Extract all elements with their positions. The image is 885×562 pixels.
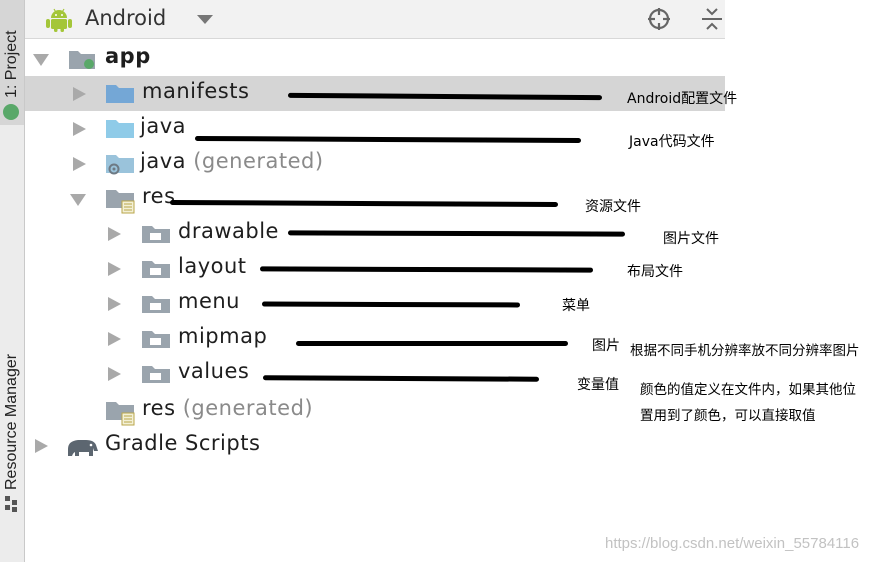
note-menu: 菜单 xyxy=(562,298,590,314)
res-generated-name: res xyxy=(142,396,176,420)
note-mipmap: 图片 xyxy=(592,338,620,354)
note-mipmap-extra: 根据不同手机分辨率放不同分辨率图片 xyxy=(630,343,860,359)
generated-source-folder-icon xyxy=(106,155,134,175)
gradle-elephant-icon xyxy=(68,440,98,456)
chevron-down-icon[interactable] xyxy=(197,15,213,24)
tool-window-strip: 1: Project Resource Manager xyxy=(0,0,25,562)
tree-label-gradle-scripts: Gradle Scripts xyxy=(105,431,261,455)
project-icon xyxy=(3,104,19,120)
resource-manager-tab[interactable]: Resource Manager xyxy=(0,160,24,512)
project-view-header: Android xyxy=(25,0,725,39)
tree-node-values[interactable]: values xyxy=(25,356,725,391)
tree-label-mipmap: mipmap xyxy=(178,324,268,348)
tree-label-values: values xyxy=(178,359,250,383)
project-tool-tab[interactable]: 1: Project xyxy=(0,0,24,125)
note-layout: 布局文件 xyxy=(627,264,683,280)
tree-label-drawable: drawable xyxy=(178,219,279,243)
watermark: https://blog.csdn.net/weixin_55784116 xyxy=(605,535,860,552)
note-manifests: Android配置文件 xyxy=(627,91,738,107)
expand-arrow-icon[interactable] xyxy=(108,262,121,276)
tree-label-app: app xyxy=(105,44,151,68)
tree-label-res-generated: res (generated) xyxy=(142,396,313,420)
tree-node-java-generated[interactable]: java (generated) xyxy=(25,146,725,181)
tree-label-layout: layout xyxy=(178,254,247,278)
tree-node-mipmap[interactable]: mipmap xyxy=(25,321,725,356)
folder-icon xyxy=(142,296,170,313)
folder-icon xyxy=(106,85,134,103)
note-values-extra-1: 颜色的值定义在文件内，如果其他位 xyxy=(640,382,856,398)
resource-folder-icon xyxy=(106,402,135,426)
tree-label-manifests: manifests xyxy=(142,79,250,103)
note-java: Java代码文件 xyxy=(629,134,715,150)
tree-label-java: java xyxy=(140,114,186,138)
note-res: 资源文件 xyxy=(585,199,641,215)
folder-icon xyxy=(142,366,170,383)
java-generated-name: java xyxy=(140,149,186,173)
expand-arrow-icon[interactable] xyxy=(73,87,86,101)
folder-icon xyxy=(142,331,170,348)
expand-arrow-icon[interactable] xyxy=(108,297,121,311)
expand-arrow-icon[interactable] xyxy=(35,439,48,453)
tree-node-app[interactable]: app xyxy=(25,41,725,76)
resource-manager-label: Resource Manager xyxy=(3,353,20,490)
tree-label-menu: menu xyxy=(178,289,240,313)
resource-folder-icon xyxy=(106,190,135,214)
expand-arrow-icon[interactable] xyxy=(73,157,86,171)
locate-target-icon[interactable] xyxy=(647,7,671,31)
annotation-stroke xyxy=(261,301,521,308)
expand-arrow-icon[interactable] xyxy=(108,227,121,241)
project-tab-label: 1: Project xyxy=(3,30,20,98)
android-icon xyxy=(46,8,72,32)
note-drawable: 图片文件 xyxy=(663,231,719,247)
resource-manager-icon xyxy=(5,496,19,512)
folder-icon xyxy=(142,226,170,243)
source-folder-icon xyxy=(106,120,134,138)
expand-arrow-icon[interactable] xyxy=(108,332,121,346)
note-values: 变量值 xyxy=(577,377,619,393)
annotation-stroke xyxy=(296,341,568,346)
generated-suffix: (generated) xyxy=(182,396,314,420)
view-selector[interactable]: Android xyxy=(85,6,166,30)
tree-node-gradle-scripts[interactable]: Gradle Scripts xyxy=(25,428,725,463)
module-folder-icon xyxy=(69,51,95,69)
collapse-all-icon[interactable] xyxy=(700,6,724,32)
expand-arrow-icon[interactable] xyxy=(108,367,121,381)
folder-icon xyxy=(142,261,170,278)
expand-arrow-icon[interactable] xyxy=(73,122,86,136)
note-values-extra-2: 置用到了颜色，可以直接取值 xyxy=(640,408,816,424)
generated-suffix: (generated) xyxy=(193,149,324,173)
expand-arrow-icon[interactable] xyxy=(33,54,49,66)
tree-node-res-generated[interactable]: res (generated) xyxy=(25,393,725,428)
tree-label-java-generated: java (generated) xyxy=(140,149,324,173)
collapse-arrow-icon[interactable] xyxy=(70,194,86,206)
